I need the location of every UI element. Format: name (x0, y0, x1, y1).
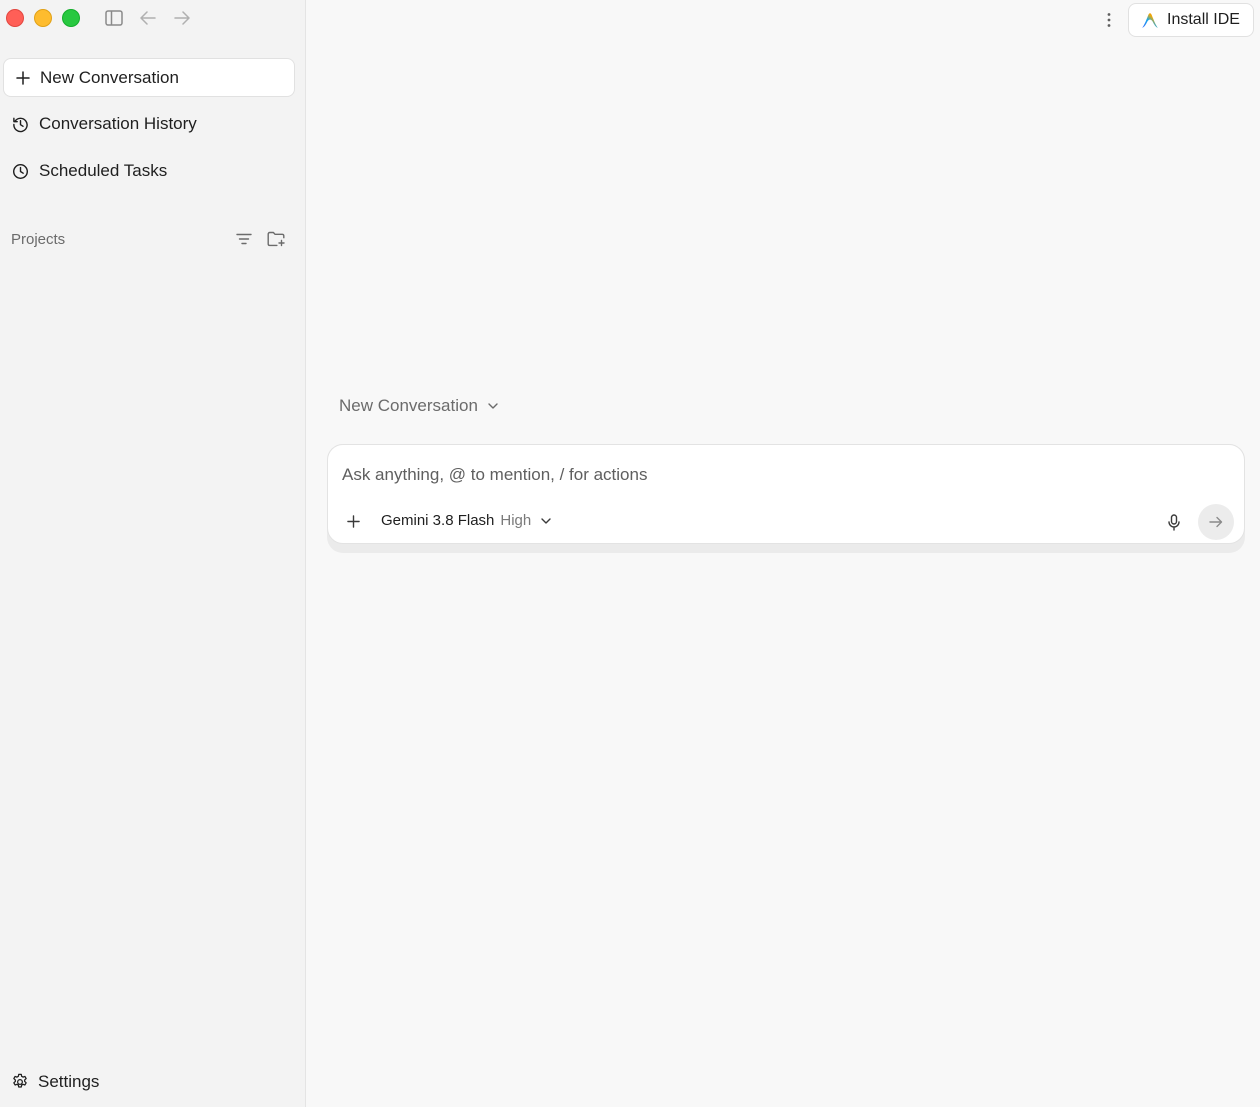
sidebar-item-label: Scheduled Tasks (39, 161, 168, 180)
send-arrow-icon (1209, 516, 1223, 528)
chevron-down-icon (541, 517, 551, 524)
model-name: Gemini 3.8 Flash (381, 512, 495, 529)
minimize-window-button[interactable] (34, 9, 52, 27)
new-folder-icon[interactable] (266, 229, 286, 249)
send-button[interactable] (1198, 504, 1234, 540)
microphone-icon (1168, 513, 1180, 531)
microphone-button[interactable] (1163, 511, 1185, 533)
projects-label: Projects (11, 230, 66, 248)
install-ide-button[interactable]: Install IDE (1128, 3, 1254, 37)
history-icon (13, 117, 28, 132)
sidebar-item-label: Conversation History (39, 114, 197, 133)
projects-header: Projects (11, 228, 286, 250)
window-controls (6, 9, 80, 27)
conversation-select-label: New Conversation (339, 396, 478, 415)
new-conversation-button[interactable]: New Conversation (3, 58, 295, 97)
app-window: New Conversation Conversation History Sc… (0, 0, 1260, 1107)
composer-toolbar: Gemini 3.8 Flash High (342, 504, 1234, 540)
sidebar-item-conversation-history[interactable]: Conversation History (3, 106, 295, 142)
composer-box: Gemini 3.8 Flash High (327, 444, 1245, 544)
more-options-icon[interactable] (1099, 10, 1119, 30)
sidebar-toolbar (104, 8, 192, 28)
back-arrow-icon[interactable] (138, 8, 158, 28)
forward-arrow-icon[interactable] (172, 8, 192, 28)
sidebar-item-scheduled-tasks[interactable]: Scheduled Tasks (3, 153, 295, 189)
clock-icon (12, 163, 29, 179)
settings-button[interactable]: Settings (11, 1072, 99, 1092)
gear-icon (13, 1073, 27, 1088)
main-panel: Install IDE New Conversation Gemini 3.8 … (307, 0, 1260, 1107)
chevron-down-icon (488, 403, 498, 409)
plus-icon (16, 70, 30, 85)
install-ide-label: Install IDE (1167, 11, 1240, 28)
zoom-window-button[interactable] (62, 9, 80, 27)
add-context-button[interactable] (342, 510, 364, 532)
sidebar: New Conversation Conversation History Sc… (0, 0, 306, 1107)
filter-icon[interactable] (234, 229, 254, 249)
composer: Gemini 3.8 Flash High (327, 444, 1245, 553)
conversation-select[interactable]: New Conversation (339, 396, 498, 416)
model-select[interactable]: Gemini 3.8 Flash High (381, 512, 551, 529)
new-conversation-label: New Conversation (40, 67, 179, 87)
prompt-input[interactable] (342, 463, 1202, 487)
settings-label: Settings (38, 1072, 100, 1091)
projects-actions (234, 229, 286, 249)
antigravity-logo-icon (1142, 12, 1158, 28)
model-level: High (500, 512, 532, 529)
toggle-sidebar-icon[interactable] (104, 8, 124, 28)
close-window-button[interactable] (6, 9, 24, 27)
plus-icon (346, 514, 360, 528)
